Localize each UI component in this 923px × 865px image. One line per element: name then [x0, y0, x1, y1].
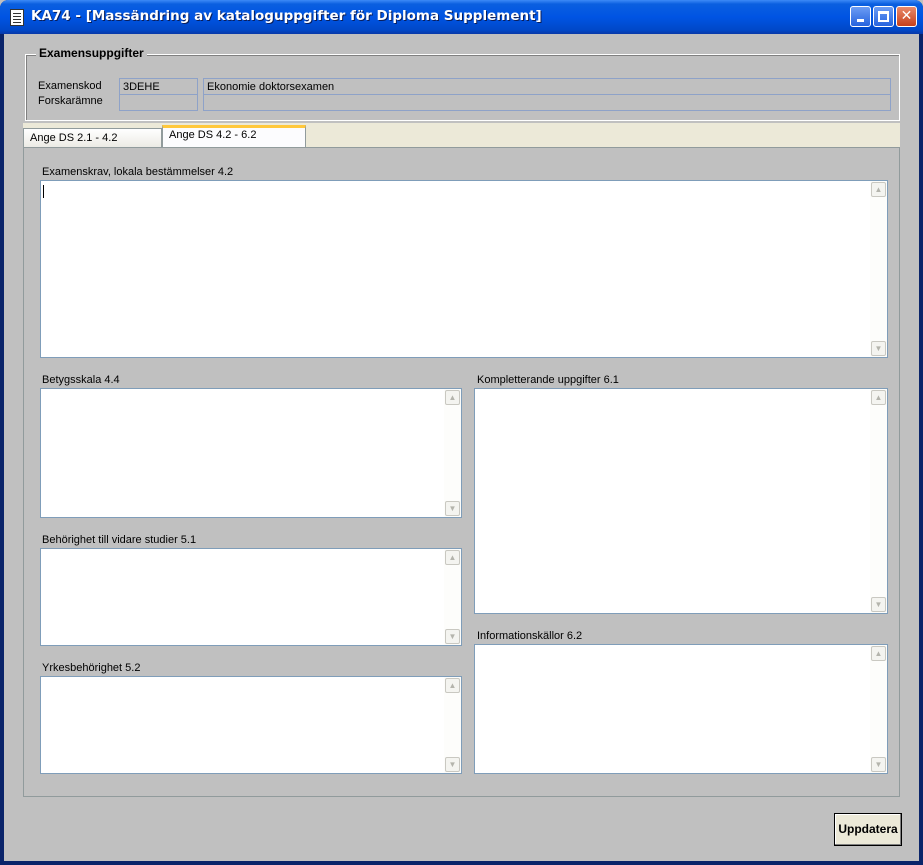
examenskod-field: 3DEHE: [119, 78, 198, 95]
betygsskala-label: Betygsskala 4.4: [42, 374, 120, 386]
scroll-down-arrow-icon[interactable]: ▼: [445, 629, 460, 644]
examenskod-label: Examenskod: [38, 80, 102, 92]
window-client-area: Examensuppgifter Examenskod 3DEHE Ekonom…: [4, 34, 919, 861]
kompletterande-scrollbar[interactable]: ▲ ▼: [870, 389, 887, 613]
examenskrav-textarea[interactable]: ▲ ▼: [40, 180, 888, 358]
scroll-down-arrow-icon[interactable]: ▼: [445, 757, 460, 772]
scroll-down-arrow-icon[interactable]: ▼: [871, 341, 886, 356]
examensuppgifter-group: Examensuppgifter Examenskod 3DEHE Ekonom…: [25, 46, 900, 121]
examenskrav-scrollbar[interactable]: ▲ ▼: [870, 181, 887, 357]
maximize-icon: [878, 11, 889, 22]
betygsskala-scrollbar[interactable]: ▲ ▼: [444, 389, 461, 517]
yrkesbehorighet-label: Yrkesbehörighet 5.2: [42, 662, 141, 674]
informationskallor-scrollbar[interactable]: ▲ ▼: [870, 645, 887, 773]
app-document-icon[interactable]: [10, 9, 24, 26]
yrkesbehorighet-textarea[interactable]: ▲ ▼: [40, 676, 462, 774]
window-title: KA74 - [Massändring av kataloguppgifter …: [31, 8, 542, 24]
minimize-icon: [857, 19, 864, 22]
scroll-up-arrow-icon[interactable]: ▲: [871, 182, 886, 197]
forskaramne-label: Forskarämne: [38, 95, 103, 107]
behorighet-textarea[interactable]: ▲ ▼: [40, 548, 462, 646]
title-bar[interactable]: KA74 - [Massändring av kataloguppgifter …: [0, 0, 923, 34]
scroll-down-arrow-icon[interactable]: ▼: [871, 597, 886, 612]
scroll-down-arrow-icon[interactable]: ▼: [445, 501, 460, 516]
update-button[interactable]: Uppdatera: [834, 813, 902, 846]
scroll-down-arrow-icon[interactable]: ▼: [871, 757, 886, 772]
close-button[interactable]: ✕: [896, 6, 917, 27]
tab-ange-ds-2-1-4-2[interactable]: Ange DS 2.1 - 4.2: [23, 128, 162, 147]
close-icon: ✕: [900, 8, 913, 24]
examenskrav-label: Examenskrav, lokala bestämmelser 4.2: [42, 166, 234, 178]
tab-strip: Ange DS 2.1 - 4.2 Ange DS 4.2 - 6.2: [23, 123, 900, 147]
scroll-up-arrow-icon[interactable]: ▲: [445, 678, 460, 693]
scroll-up-arrow-icon[interactable]: ▲: [871, 390, 886, 405]
forskaramne-name-field: [203, 94, 891, 111]
kompletterande-label: Kompletterande uppgifter 6.1: [477, 374, 619, 386]
scroll-up-arrow-icon[interactable]: ▲: [445, 550, 460, 565]
betygsskala-textarea[interactable]: ▲ ▼: [40, 388, 462, 518]
tab-ange-ds-4-2-6-2[interactable]: Ange DS 4.2 - 6.2: [162, 125, 306, 147]
kompletterande-textarea[interactable]: ▲ ▼: [474, 388, 888, 614]
minimize-button[interactable]: [850, 6, 871, 27]
behorighet-scrollbar[interactable]: ▲ ▼: [444, 549, 461, 645]
informationskallor-label: Informationskällor 6.2: [477, 630, 583, 642]
behorighet-label: Behörighet till vidare studier 5.1: [42, 534, 197, 546]
tab-panel: Examenskrav, lokala bestämmelser 4.2 ▲ ▼…: [23, 147, 900, 797]
forskaramne-code-field: [119, 94, 198, 111]
group-title: Examensuppgifter: [36, 46, 147, 60]
examens-name-field: Ekonomie doktorsexamen: [203, 78, 891, 95]
maximize-button[interactable]: [873, 6, 894, 27]
informationskallor-textarea[interactable]: ▲ ▼: [474, 644, 888, 774]
text-cursor: [43, 185, 44, 198]
scroll-up-arrow-icon[interactable]: ▲: [445, 390, 460, 405]
yrkesbehorighet-scrollbar[interactable]: ▲ ▼: [444, 677, 461, 773]
scroll-up-arrow-icon[interactable]: ▲: [871, 646, 886, 661]
application-window: KA74 - [Massändring av kataloguppgifter …: [0, 0, 923, 865]
